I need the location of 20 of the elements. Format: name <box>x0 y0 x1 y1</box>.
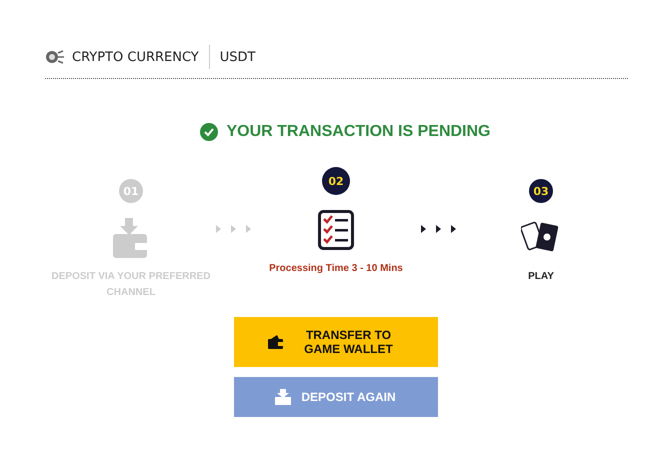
arrow-icon <box>421 225 426 233</box>
arrow-icon <box>216 225 221 233</box>
wallet-icon <box>113 218 149 258</box>
transfer-button[interactable]: TRANSFER TO GAME WALLET <box>234 317 438 367</box>
deposit-box-icon <box>275 389 292 405</box>
category-label: CRYPTO CURRENCY <box>72 50 199 64</box>
step-label: PLAY <box>527 270 555 284</box>
arrow-icon <box>451 225 456 233</box>
coin-icon <box>45 50 65 64</box>
status-message: YOUR TRANSACTION IS PENDING <box>226 123 490 141</box>
arrow-icon <box>231 225 236 233</box>
step-number: 03 <box>529 179 553 203</box>
arrow-icon <box>246 225 251 233</box>
step-number: 02 <box>322 167 350 195</box>
step-label: Processing Time 3 - 10 Mins <box>268 262 404 276</box>
arrow-icon <box>436 225 441 233</box>
checklist-icon <box>318 210 354 250</box>
currency-label: USDT <box>220 50 256 64</box>
wallet-icon <box>268 335 284 349</box>
check-circle-icon <box>200 123 218 141</box>
